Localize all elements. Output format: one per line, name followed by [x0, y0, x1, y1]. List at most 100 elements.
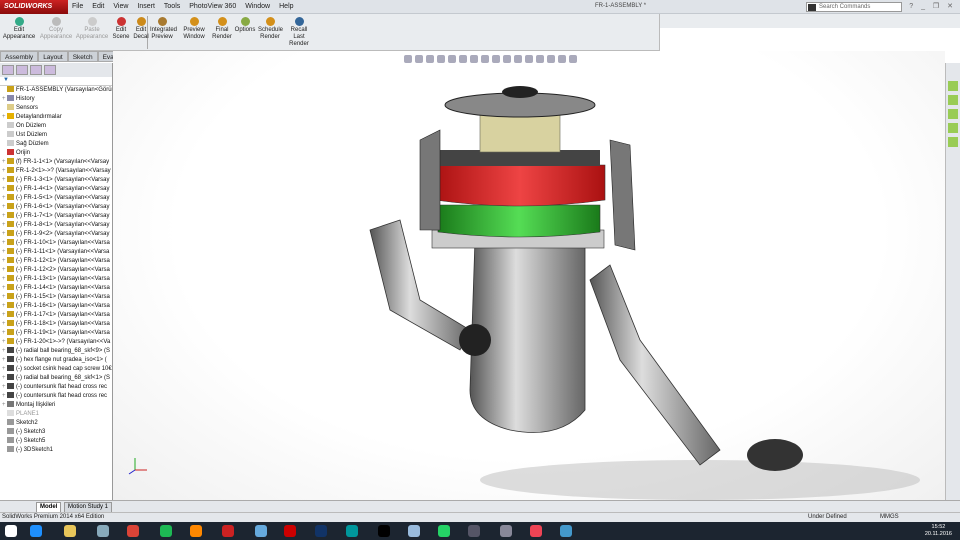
- xfig-icon[interactable]: [378, 525, 390, 537]
- start-icon[interactable]: [5, 525, 17, 537]
- tree-item[interactable]: + (-) FR-1-8<1> (Varsayılan<<Varsay: [0, 221, 112, 230]
- view-tool-icon[interactable]: [481, 55, 489, 63]
- tree-item[interactable]: + (-) FR-1-17<1> (Varsayılan<<Varsa: [0, 311, 112, 320]
- feature-manager-tab[interactable]: [2, 65, 14, 75]
- itunes-icon[interactable]: [530, 525, 542, 537]
- filter-icon[interactable]: ▼: [0, 77, 112, 86]
- help-icon[interactable]: [255, 525, 267, 537]
- task-pane-tab[interactable]: [948, 95, 958, 105]
- view-tool-icon[interactable]: [558, 55, 566, 63]
- tab-sketch[interactable]: Sketch: [67, 51, 98, 62]
- tree-item[interactable]: (-) Sketch5: [0, 437, 112, 446]
- tree-item[interactable]: + (-) FR-1-5<1> (Varsayılan<<Varsay: [0, 194, 112, 203]
- view-tool-icon[interactable]: [547, 55, 555, 63]
- tree-item[interactable]: Ön Düzlem: [0, 122, 112, 131]
- view-tool-icon[interactable]: [525, 55, 533, 63]
- explorer-icon[interactable]: [64, 525, 76, 537]
- view-tool-icon[interactable]: [503, 55, 511, 63]
- tree-item[interactable]: + (f) FR-1-1<1> (Varsayılan<<Varsay: [0, 158, 112, 167]
- menu-file[interactable]: File: [72, 0, 83, 14]
- tree-item[interactable]: + (-) FR-1-13<1> (Varsayılan<<Varsa: [0, 275, 112, 284]
- media-player-icon[interactable]: [190, 525, 202, 537]
- units-selector[interactable]: MMGS: [880, 513, 899, 522]
- view-tool-icon[interactable]: [437, 55, 445, 63]
- view-tool-icon[interactable]: [415, 55, 423, 63]
- task-pane-tab[interactable]: [948, 109, 958, 119]
- tree-item[interactable]: + (-) countersunk flat head cross rec: [0, 383, 112, 392]
- tree-item[interactable]: + (-) FR-1-3<1> (Varsayılan<<Varsay: [0, 176, 112, 185]
- menu-window[interactable]: Window: [245, 0, 270, 14]
- chrome-icon[interactable]: [127, 525, 139, 537]
- view-tool-icon[interactable]: [470, 55, 478, 63]
- schedule-render-button[interactable]: Schedule Render: [258, 17, 283, 41]
- solidworks-logo[interactable]: SOLIDWORKS: [0, 0, 68, 14]
- menu-view[interactable]: View: [113, 0, 128, 14]
- solidworks-icon[interactable]: [222, 525, 234, 537]
- view-tool-icon[interactable]: [514, 55, 522, 63]
- menu-help[interactable]: Help: [279, 0, 293, 14]
- tree-item[interactable]: Sketch2: [0, 419, 112, 428]
- acrobat-icon[interactable]: [284, 525, 296, 537]
- tree-item[interactable]: + Detaylandırmalar: [0, 113, 112, 122]
- tree-item[interactable]: + (-) FR-1-12<2> (Varsayılan<<Varsa: [0, 266, 112, 275]
- photos-icon[interactable]: [500, 525, 512, 537]
- tree-item[interactable]: (-) 3DSketch1: [0, 446, 112, 455]
- view-tool-icon[interactable]: [492, 55, 500, 63]
- integrated-preview-button[interactable]: Integrated Preview: [150, 17, 177, 41]
- tree-item[interactable]: + (-) FR-1-11<1> (Varsayılan<<Varsa: [0, 248, 112, 257]
- recall-last-render-button[interactable]: Recall Last Render: [287, 17, 311, 48]
- window-controls[interactable]: ? _ ❐ ✕: [909, 2, 956, 10]
- tree-item[interactable]: FR-1-ASSEMBLY (Varsayılan<Görüntü: [0, 86, 112, 95]
- tree-item[interactable]: Sağ Düzlem: [0, 140, 112, 149]
- tree-item[interactable]: + (-) countersunk flat head cross rec: [0, 392, 112, 401]
- task-pane-tab[interactable]: [948, 137, 958, 147]
- edge-icon[interactable]: [30, 525, 42, 537]
- tree-item[interactable]: + (-) hex flange nut gradea_iso<1> (: [0, 356, 112, 365]
- network-icon[interactable]: [560, 525, 572, 537]
- whatsapp-icon[interactable]: [438, 525, 450, 537]
- tree-item[interactable]: PLANE1: [0, 410, 112, 419]
- view-tool-icon[interactable]: [404, 55, 412, 63]
- graphics-viewport[interactable]: [113, 51, 945, 500]
- tree-item[interactable]: Sensors: [0, 104, 112, 113]
- configuration-manager-tab[interactable]: [30, 65, 42, 75]
- tree-item[interactable]: (-) Sketch3: [0, 428, 112, 437]
- menu-insert[interactable]: Insert: [137, 0, 155, 14]
- arduino-icon[interactable]: [346, 525, 358, 537]
- search-commands-input[interactable]: Search Commands: [806, 2, 902, 12]
- tree-item[interactable]: + History: [0, 95, 112, 104]
- copy-appearance-button[interactable]: Copy Appearance: [38, 17, 74, 41]
- tree-item[interactable]: + (-) FR-1-12<1> (Varsayılan<<Varsa: [0, 257, 112, 266]
- menu-tools[interactable]: Tools: [164, 0, 180, 14]
- final-render-button[interactable]: Final Render: [210, 17, 234, 41]
- menu-edit[interactable]: Edit: [92, 0, 104, 14]
- tree-item[interactable]: + (-) socket csink head cap screw 10€: [0, 365, 112, 374]
- tree-item[interactable]: + FR-1-2<1>->? (Varsayılan<<Varsay: [0, 167, 112, 176]
- task-pane-tab[interactable]: [948, 81, 958, 91]
- tree-item[interactable]: + Montaj İlişkileri: [0, 401, 112, 410]
- view-tool-icon[interactable]: [426, 55, 434, 63]
- tree-item[interactable]: + (-) radial ball bearing_68_skf<1> (S: [0, 374, 112, 383]
- view-tool-icon[interactable]: [459, 55, 467, 63]
- view-tool-icon[interactable]: [536, 55, 544, 63]
- paste-appearance-button[interactable]: Paste Appearance: [74, 17, 110, 41]
- tree-item[interactable]: Üst Düzlem: [0, 131, 112, 140]
- property-manager-tab[interactable]: [16, 65, 28, 75]
- view-tool-icon[interactable]: [569, 55, 577, 63]
- tree-item[interactable]: + (-) FR-1-7<1> (Varsayılan<<Varsay: [0, 212, 112, 221]
- tree-item[interactable]: + (-) FR-1-14<1> (Varsayılan<<Varsa: [0, 284, 112, 293]
- menu-photoview-360[interactable]: PhotoView 360: [189, 0, 236, 14]
- tree-item[interactable]: + (-) FR-1-10<1> (Varsayılan<<Varsa: [0, 239, 112, 248]
- tree-item[interactable]: + (-) FR-1-18<1> (Varsayılan<<Varsa: [0, 320, 112, 329]
- edit-appearance-button[interactable]: Edit Appearance: [2, 17, 36, 41]
- display-manager-tab[interactable]: [44, 65, 56, 75]
- task-pane-tab[interactable]: [948, 123, 958, 133]
- tree-item[interactable]: + (-) FR-1-4<1> (Varsayılan<<Varsay: [0, 185, 112, 194]
- cyberlink-icon[interactable]: [468, 525, 480, 537]
- view-tool-icon[interactable]: [448, 55, 456, 63]
- notes-icon[interactable]: [408, 525, 420, 537]
- tree-item[interactable]: + (-) FR-1-16<1> (Varsayılan<<Varsa: [0, 302, 112, 311]
- tab-assembly[interactable]: Assembly: [0, 51, 39, 62]
- options-button[interactable]: Options: [233, 17, 257, 34]
- clock[interactable]: 15:52 20.11.2016: [925, 524, 952, 538]
